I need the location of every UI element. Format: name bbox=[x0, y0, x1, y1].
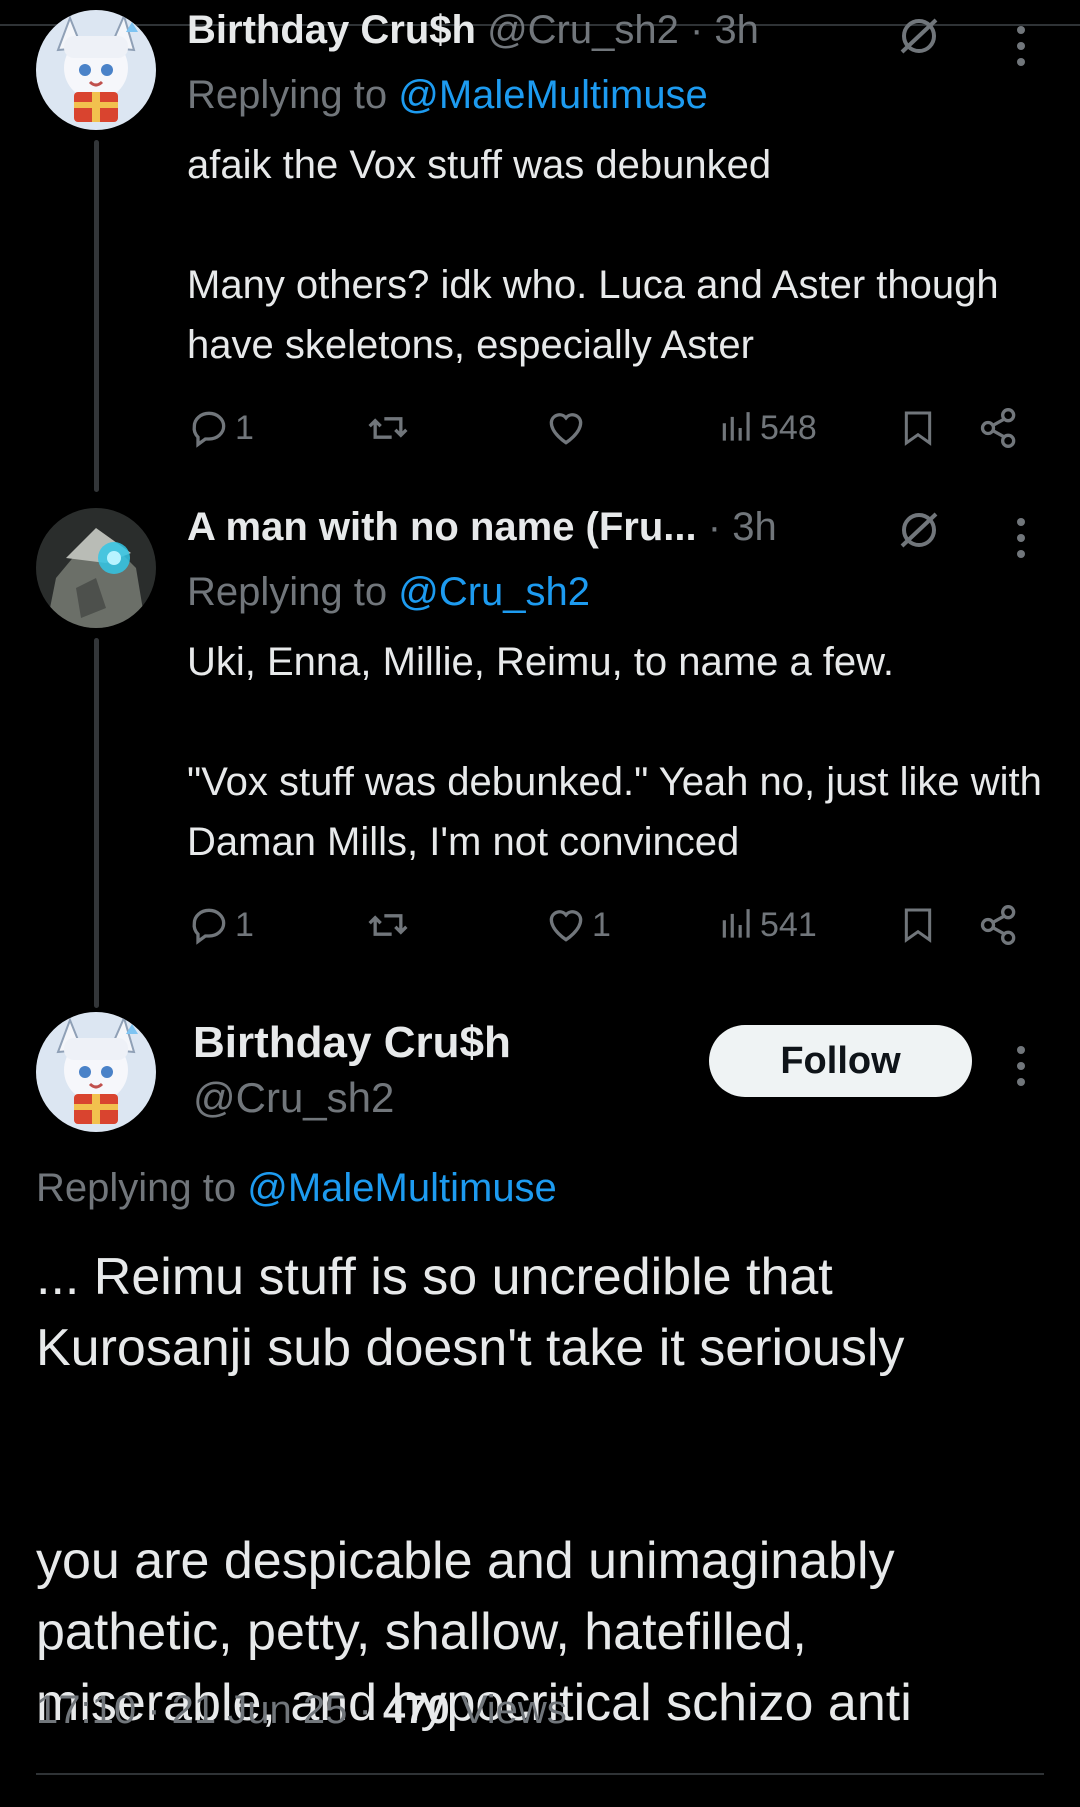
mention-link[interactable]: @MaleMultimuse bbox=[247, 1166, 557, 1210]
reply-count: 1 bbox=[235, 905, 254, 944]
avatar[interactable] bbox=[36, 1012, 156, 1132]
like-icon bbox=[549, 413, 583, 445]
tweet-date[interactable]: 21 Jun 25 bbox=[172, 1688, 348, 1732]
bottom-divider bbox=[36, 1773, 1044, 1775]
tweet-time[interactable]: 17:10 bbox=[36, 1688, 136, 1732]
views-count: 541 bbox=[760, 905, 817, 944]
views-count: 470 bbox=[382, 1688, 450, 1732]
tweet-time[interactable]: 3h bbox=[714, 8, 759, 52]
avatar-image bbox=[36, 1012, 156, 1132]
avatar-image bbox=[36, 508, 156, 628]
retweet-icon bbox=[368, 914, 408, 936]
author-handle[interactable]: @Cru_sh2 bbox=[193, 1074, 394, 1122]
bookmark-icon bbox=[904, 908, 932, 943]
bookmark-button[interactable] bbox=[898, 398, 938, 458]
tweet-header: Birthday Cru$h @Cru_sh2 · 3h bbox=[187, 8, 759, 52]
tweet-time[interactable]: 3h bbox=[732, 505, 777, 549]
replying-to: Replying to @MaleMultimuse bbox=[187, 73, 708, 117]
retweet-icon bbox=[368, 417, 408, 439]
views-count: 548 bbox=[760, 408, 817, 447]
tweet-text: Uki, Enna, Millie, Reimu, to name a few.… bbox=[187, 640, 1042, 864]
mention-link[interactable]: @Cru_sh2 bbox=[398, 570, 590, 614]
replying-to: Replying to @Cru_sh2 bbox=[187, 570, 591, 614]
grok-icon[interactable] bbox=[896, 16, 942, 56]
tweet-timestamp: 17:10 · 21 Jun 25 · 470 Views bbox=[36, 1688, 567, 1732]
tweet-text: ... Reimu stuff is so uncredible that Ku… bbox=[36, 1248, 912, 1732]
author-name[interactable]: A man with no name (Fru... bbox=[187, 505, 697, 549]
author-handle[interactable]: @Cru_sh2 bbox=[487, 8, 679, 52]
avatar[interactable] bbox=[36, 508, 156, 628]
reply-icon bbox=[192, 908, 226, 945]
bookmark-button[interactable] bbox=[898, 895, 938, 955]
reply-icon bbox=[192, 411, 226, 448]
more-options-icon[interactable] bbox=[1011, 1030, 1031, 1090]
share-button[interactable] bbox=[977, 895, 1021, 955]
author-name[interactable]: Birthday Cru$h bbox=[187, 8, 476, 52]
views-button[interactable]: 548 bbox=[718, 398, 817, 458]
share-button[interactable] bbox=[977, 398, 1021, 458]
thread-connector bbox=[94, 638, 99, 1008]
views-icon bbox=[722, 909, 750, 938]
follow-button[interactable]: Follow bbox=[709, 1025, 972, 1097]
share-icon bbox=[980, 408, 1016, 448]
like-count: 1 bbox=[592, 905, 611, 944]
share-icon bbox=[980, 905, 1016, 945]
reply-button[interactable]: 1 bbox=[187, 895, 254, 955]
avatar-image bbox=[36, 10, 156, 130]
like-icon bbox=[549, 910, 583, 942]
mention-link[interactable]: @MaleMultimuse bbox=[398, 73, 708, 117]
tweet-actions: 1 1 541 bbox=[187, 895, 1047, 955]
retweet-button[interactable] bbox=[365, 895, 411, 955]
reply-button[interactable]: 1 bbox=[187, 398, 254, 458]
bookmark-icon bbox=[904, 411, 932, 446]
views-label: Views bbox=[460, 1688, 567, 1732]
views-icon bbox=[722, 412, 750, 441]
views-button[interactable]: 541 bbox=[718, 895, 817, 955]
grok-icon[interactable] bbox=[896, 510, 942, 550]
author-name[interactable]: Birthday Cru$h bbox=[193, 1018, 511, 1068]
more-options-icon[interactable] bbox=[1011, 10, 1031, 70]
like-button[interactable] bbox=[544, 398, 588, 458]
retweet-button[interactable] bbox=[365, 398, 411, 458]
replying-to: Replying to @MaleMultimuse bbox=[36, 1166, 557, 1210]
tweet-text: afaik the Vox stuff was debunked Many ot… bbox=[187, 143, 999, 367]
reply-count: 1 bbox=[235, 408, 254, 447]
thread-connector bbox=[94, 140, 99, 492]
tweet-actions: 1 548 bbox=[187, 398, 1047, 458]
avatar[interactable] bbox=[36, 10, 156, 130]
more-options-icon[interactable] bbox=[1011, 502, 1031, 562]
tweet-header: A man with no name (Fru... · 3h bbox=[187, 505, 777, 549]
like-button[interactable]: 1 bbox=[544, 895, 611, 955]
